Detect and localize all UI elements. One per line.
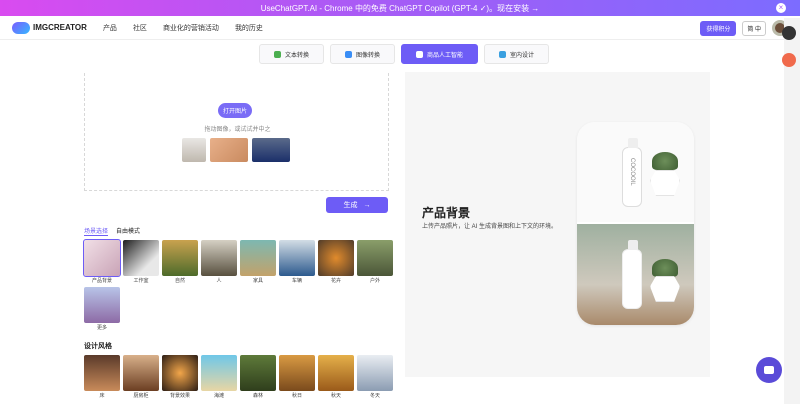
styles-heading: 设计风格 xyxy=(84,343,112,350)
brand-name: IMGCREATOR xyxy=(33,23,87,32)
scene-item[interactable]: 更多 xyxy=(84,287,120,331)
top-nav: IMGCREATOR 产品 社区 商业化的营销活动 我的历史 获得积分 简 中 xyxy=(0,16,800,40)
logo-icon xyxy=(12,21,30,34)
browser-sidebar xyxy=(784,18,800,404)
style-item[interactable]: 冬天 xyxy=(357,355,393,399)
plant-icon xyxy=(652,259,678,277)
style-grid: 床 厨房柜 背景效果 海滩 森林 秋日 秋天 冬天 xyxy=(84,355,394,399)
get-credits-button[interactable]: 获得积分 xyxy=(700,20,737,36)
header-actions: 获得积分 简 中 xyxy=(700,20,788,36)
bottle-icon xyxy=(622,240,642,309)
tab-text-convert[interactable]: 文本转换 xyxy=(259,44,325,64)
close-icon[interactable]: × xyxy=(776,3,786,13)
chat-icon xyxy=(764,366,774,374)
bottle-icon: COCOOIL xyxy=(622,138,642,207)
pot-icon xyxy=(650,170,680,196)
scene-item[interactable]: 自然 xyxy=(162,240,198,284)
text-icon xyxy=(274,50,281,58)
promo-banner[interactable]: UseChatGPT.AI - Chrome 中的免费 ChatGPT Copi… xyxy=(0,0,800,16)
sidebar-extension-icon[interactable] xyxy=(782,53,796,67)
style-item[interactable]: 床 xyxy=(84,355,120,399)
style-item[interactable]: 森林 xyxy=(240,355,276,399)
tab-product-ai[interactable]: 商品人工智能 xyxy=(401,44,479,64)
plant-icon xyxy=(652,152,678,170)
generate-button[interactable]: 生成 → xyxy=(326,197,388,213)
sample-images xyxy=(182,138,290,162)
language-selector[interactable]: 简 中 xyxy=(742,20,766,36)
sample-image-car[interactable] xyxy=(252,138,290,162)
scene-item[interactable]: 车辆 xyxy=(279,240,315,284)
style-item[interactable]: 秋天 xyxy=(318,355,354,399)
sidebar-extension-icon[interactable] xyxy=(782,26,796,40)
scene-item[interactable]: 户外 xyxy=(357,240,393,284)
arrow-right-icon: → xyxy=(363,201,371,209)
scene-item[interactable]: 家具 xyxy=(240,240,276,284)
brand-logo[interactable]: IMGCREATOR xyxy=(12,21,87,34)
tab-interior-design[interactable]: 室内设计 xyxy=(484,44,550,64)
nav-item-history[interactable]: 我的历史 xyxy=(235,23,263,33)
scene-item[interactable]: 产品背景 xyxy=(83,239,121,284)
preview-panel: 产品背景 上传产品照片，让 AI 生成背景图和上下文的环境。 COCOOIL xyxy=(405,72,710,377)
chat-support-button[interactable] xyxy=(756,357,782,383)
nav-item-campaigns[interactable]: 商业化的营销活动 xyxy=(163,23,219,33)
home-icon xyxy=(499,50,507,58)
nav-item-products[interactable]: 产品 xyxy=(103,23,117,33)
preview-title: 产品背景 xyxy=(422,206,471,220)
mode-tabs: 文本转换 图像转换 商品人工智能 室内设计 xyxy=(259,44,550,64)
promo-text: UseChatGPT.AI - Chrome 中的免费 ChatGPT Copi… xyxy=(260,3,540,13)
image-icon xyxy=(345,50,353,58)
pot-icon xyxy=(650,276,680,302)
scene-item[interactable]: 工作室 xyxy=(123,240,159,284)
style-item[interactable]: 海滩 xyxy=(201,355,237,399)
scene-grid: 产品背景 工作室 自然 人 家具 车辆 花卉 户外 更多 xyxy=(83,239,394,331)
preview-example-image: COCOOIL xyxy=(577,122,694,325)
style-item[interactable]: 秋日 xyxy=(279,355,315,399)
upload-dropzone[interactable]: 打开图片 拖动图像，或试试并中之 xyxy=(84,73,389,191)
open-image-button[interactable]: 打开图片 xyxy=(218,103,253,118)
nav-links: 产品 社区 商业化的营销活动 我的历史 xyxy=(103,23,263,33)
tab-scene-select[interactable]: 场景选择 xyxy=(84,226,109,236)
scene-item[interactable]: 花卉 xyxy=(318,240,354,284)
sample-image-bottles[interactable] xyxy=(182,138,206,162)
tab-free-mode[interactable]: 自由模式 xyxy=(116,226,140,236)
product-icon xyxy=(416,50,424,58)
tab-image-convert[interactable]: 图像转换 xyxy=(330,44,396,64)
style-item[interactable]: 厨房柜 xyxy=(123,355,159,399)
preview-description: 上传产品照片，让 AI 生成背景图和上下文的环境。 xyxy=(422,224,558,230)
sample-image-cosmetics[interactable] xyxy=(210,138,248,162)
upload-hint: 拖动图像，或试试并中之 xyxy=(204,127,271,133)
style-item[interactable]: 背景效果 xyxy=(162,355,198,399)
scene-subtabs: 场景选择 自由模式 xyxy=(84,226,140,236)
nav-item-community[interactable]: 社区 xyxy=(133,23,147,33)
scene-item[interactable]: 人 xyxy=(201,240,237,284)
